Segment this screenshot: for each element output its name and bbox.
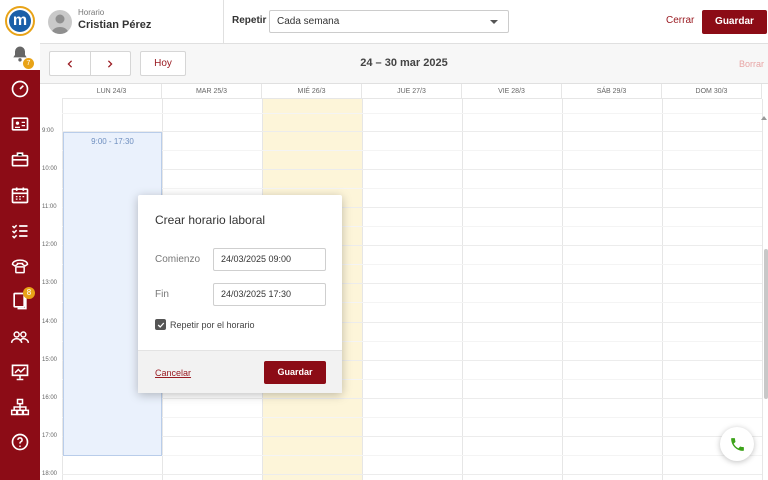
calendar-icon (11, 187, 29, 204)
grid-line (462, 99, 463, 480)
next-week-button[interactable] (89, 52, 130, 75)
sidebar-item-calls[interactable] (0, 248, 40, 284)
create-schedule-dialog: Crear horario laboral Comienzo 24/03/202… (138, 195, 342, 393)
dialog-footer: Cancelar Guardar (138, 350, 342, 393)
day-header-wed: MIÉ 26/3 (262, 84, 362, 99)
grid-line (62, 188, 762, 189)
sidebar-item-documents[interactable]: 8 (0, 283, 40, 319)
dialog-cancel-button[interactable]: Cancelar (155, 368, 191, 378)
sidebar-item-team[interactable] (0, 319, 40, 355)
hour-label: 9:00 (42, 128, 54, 134)
hour-label: 10:00 (42, 166, 58, 172)
repeat-checkbox[interactable] (155, 319, 166, 330)
day-header-sat: SÁB 29/3 (562, 84, 662, 99)
hour-label: 13:00 (42, 280, 58, 286)
sidebar-item-organization[interactable] (0, 389, 40, 425)
day-header-sun: DOM 30/3 (662, 84, 762, 99)
dialog-save-button[interactable]: Guardar (264, 361, 326, 384)
hour-label: 14:00 (42, 319, 58, 325)
header-save-button[interactable]: Guardar (702, 10, 767, 34)
chevron-down-icon (490, 20, 498, 24)
grid-line (62, 474, 762, 475)
grid-line (62, 113, 762, 114)
sidebar-item-dashboard[interactable] (0, 71, 40, 107)
notifications-badge: 7 (23, 58, 34, 69)
week-navigation (49, 51, 131, 76)
chevron-left-icon (67, 59, 73, 68)
sidebar-item-calendar[interactable] (0, 177, 40, 213)
hour-label: 12:00 (42, 242, 58, 248)
logo-letter: m (9, 10, 31, 32)
notifications-bell-icon[interactable]: 7 (8, 42, 34, 69)
dialog-title: Crear horario laboral (155, 213, 266, 227)
presentation-icon (11, 364, 29, 381)
hour-label: 18:00 (42, 471, 58, 477)
today-button[interactable]: Hoy (140, 51, 186, 76)
documents-badge: 8 (23, 287, 35, 299)
start-datetime-input[interactable]: 24/03/2025 09:00 (213, 248, 326, 271)
sidebar-item-jobs[interactable] (0, 141, 40, 177)
hour-label: 15:00 (42, 357, 58, 363)
sidebar: m 7 8 (0, 0, 40, 480)
grid-line (62, 436, 762, 437)
grid-line (62, 150, 762, 151)
close-button[interactable]: Cerrar (666, 15, 694, 26)
grid-line (562, 99, 563, 480)
checkmark-icon (157, 322, 164, 328)
day-header-mon: LUN 24/3 (62, 84, 162, 99)
day-header-fri: VIE 28/3 (462, 84, 562, 99)
user-avatar[interactable] (48, 10, 72, 34)
app-logo[interactable]: m (5, 6, 35, 36)
end-datetime-input[interactable]: 24/03/2025 17:30 (213, 283, 326, 306)
grid-line (62, 398, 762, 399)
sidebar-item-help[interactable] (0, 424, 40, 460)
schedule-subtitle: Horario (78, 8, 105, 17)
org-chart-icon (10, 398, 30, 416)
calendar-toolbar: 24 – 30 mar 2025 Hoy Borrar (40, 44, 768, 84)
help-icon (11, 433, 29, 451)
id-card-icon (11, 117, 29, 131)
scroll-thumb[interactable] (764, 249, 768, 399)
sidebar-item-profile[interactable] (0, 106, 40, 142)
hour-label: 17:00 (42, 433, 58, 439)
grid-line (662, 99, 663, 480)
grid-line (362, 99, 363, 480)
end-label: Fin (155, 289, 169, 300)
sidebar-item-reports[interactable] (0, 354, 40, 390)
call-button[interactable] (720, 427, 754, 461)
scroll-up-icon[interactable] (761, 116, 767, 120)
clear-button[interactable]: Borrar (739, 59, 764, 69)
calendar-scrollbar[interactable] (761, 99, 768, 480)
header-divider (223, 0, 224, 44)
repeat-checkbox-label: Repetir por el horario (170, 319, 255, 330)
day-header-tue: MAR 25/3 (162, 84, 262, 99)
chevron-right-icon (108, 59, 113, 68)
repeat-checkbox-row[interactable]: Repetir por el horario (155, 319, 255, 330)
repeat-label: Repetir (232, 15, 267, 26)
grid-line (62, 131, 762, 132)
day-header-thu: JUE 27/3 (362, 84, 462, 99)
users-icon (10, 331, 30, 343)
checklist-icon (11, 224, 28, 239)
repeat-select-value: Cada semana (277, 16, 340, 27)
hour-label: 11:00 (42, 204, 57, 210)
grid-line (62, 169, 762, 170)
hour-label: 16:00 (42, 395, 58, 401)
top-header: Horario Cristian Pérez Repetir Cada sema… (40, 0, 768, 44)
repeat-select[interactable]: Cada semana (269, 10, 509, 33)
start-label: Comienzo (155, 254, 201, 265)
briefcase-icon (11, 152, 29, 167)
grid-line (62, 417, 762, 418)
dashboard-icon (11, 80, 29, 98)
phone-icon (11, 259, 29, 274)
sidebar-item-tasks[interactable] (0, 213, 40, 249)
phone-call-icon (730, 437, 744, 451)
grid-line (62, 455, 762, 456)
user-name: Cristian Pérez (78, 19, 152, 31)
previous-week-button[interactable] (50, 52, 90, 75)
sidebar-nav: 8 (0, 70, 40, 480)
